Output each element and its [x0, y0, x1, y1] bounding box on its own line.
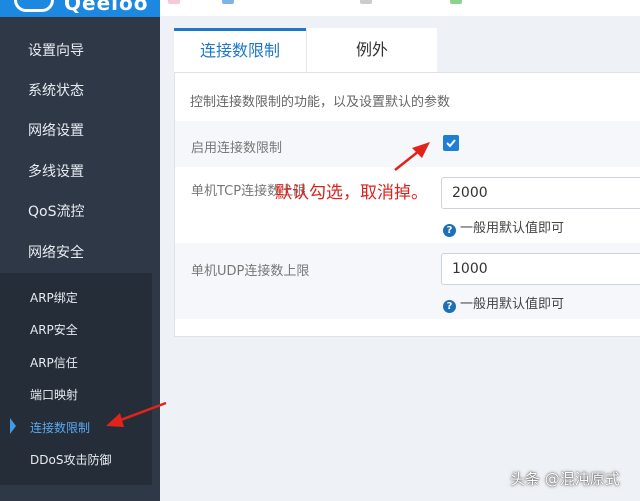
- tab-exceptions[interactable]: 例外: [306, 28, 437, 72]
- help-icon: ?: [443, 224, 456, 237]
- submenu-item-arp-binding[interactable]: ARP绑定: [0, 282, 152, 314]
- tcp-hint-text: 一般用默认值即可: [460, 221, 565, 236]
- panel-description: 控制连接数限制的功能，以及设置默认的参数: [190, 95, 451, 110]
- logo-bar: Qeeloo: [0, 0, 160, 17]
- submenu-item-connection-limit[interactable]: 连接数限制: [0, 412, 152, 444]
- tcp-limit-input[interactable]: [441, 177, 640, 209]
- submenu-item-port-mapping[interactable]: 端口映射: [0, 379, 152, 411]
- security-submenu: ARP绑定 ARP安全 ARP信任 端口映射 连接数限制 DDoS攻击防御: [0, 273, 152, 485]
- checkmark-icon: [446, 139, 456, 148]
- sidebar-item-qos[interactable]: QoS流控: [0, 192, 160, 232]
- top-bar: [160, 0, 640, 16]
- udp-limit-input[interactable]: [441, 253, 640, 285]
- sidebar-item-network-settings[interactable]: 网络设置: [0, 111, 160, 151]
- enable-row: 启用连接数限制: [175, 121, 640, 167]
- udp-label: 单机UDP连接数上限: [191, 264, 310, 279]
- top-bar-icon[interactable]: [450, 0, 462, 4]
- enable-label: 启用连接数限制: [191, 141, 283, 156]
- top-bar-icon[interactable]: [168, 0, 180, 4]
- top-bar-icon[interactable]: [222, 0, 234, 4]
- enable-checkbox[interactable]: [443, 135, 459, 151]
- watermark: 头条 @混沌原式: [510, 470, 620, 488]
- submenu-item-arp-trust[interactable]: ARP信任: [0, 347, 152, 379]
- logo-icon: [14, 0, 54, 12]
- sidebar-item-system-status[interactable]: 系统状态: [0, 71, 160, 111]
- sidebar-item-network-security[interactable]: 网络安全: [0, 233, 160, 273]
- sidebar: Qeeloo 设置向导 系统状态 网络设置 多线设置 QoS流控 网络安全 AR…: [0, 0, 160, 501]
- tcp-hint: ? 一般用默认值即可: [443, 217, 564, 237]
- submenu-item-arp-security[interactable]: ARP安全: [0, 314, 152, 346]
- logo-text: Qeeloo: [64, 0, 149, 15]
- udp-hint: ? 一般用默认值即可: [443, 293, 564, 313]
- active-item-marker: [10, 418, 16, 434]
- sidebar-item-multiline-settings[interactable]: 多线设置: [0, 152, 160, 192]
- sidebar-item-setup-wizard[interactable]: 设置向导: [0, 31, 160, 71]
- submenu-item-ddos-defense[interactable]: DDoS攻击防御: [0, 444, 152, 476]
- annotation-text: 默认勾选，取消掉。: [275, 183, 428, 203]
- tab-connection-limit[interactable]: 连接数限制: [174, 28, 306, 72]
- udp-hint-text: 一般用默认值即可: [460, 297, 565, 312]
- help-icon: ?: [443, 300, 456, 313]
- connection-limit-panel: 控制连接数限制的功能，以及设置默认的参数 启用连接数限制 单机TCP连接数上限 …: [174, 72, 640, 337]
- top-bar-icon[interactable]: [360, 0, 372, 4]
